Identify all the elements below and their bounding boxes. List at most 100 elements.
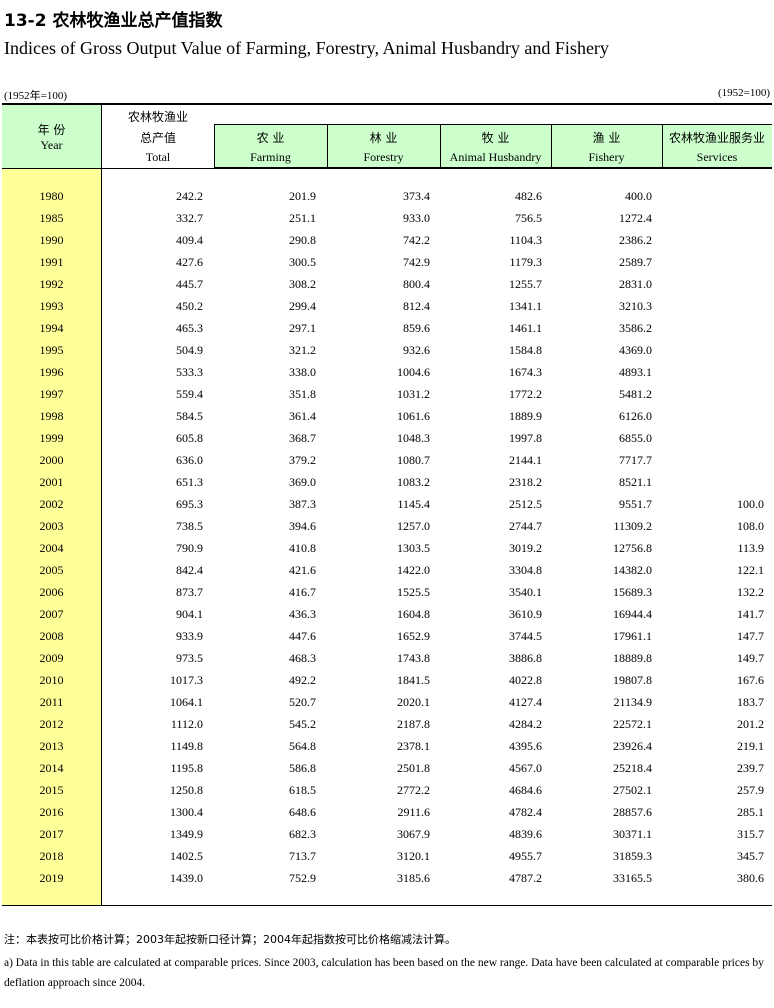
row-services: 201.2 <box>737 717 764 731</box>
header-fishery-cn: 渔 业 <box>592 131 621 145</box>
table-row: 2003 738.5 394.6 1257.0 2744.7 11309.2 108.0 <box>2 515 772 537</box>
row-fishery: 4369.0 <box>619 343 652 357</box>
row-farming: 394.6 <box>289 519 316 533</box>
row-farming: 368.7 <box>289 431 316 445</box>
row-animal-husbandry: 4839.6 <box>509 827 542 841</box>
row-year: 1980 <box>39 189 64 203</box>
row-forestry: 1652.9 <box>397 629 430 643</box>
table-row: 1992 445.7 308.2 800.4 1255.7 2831.0 <box>2 273 772 295</box>
row-animal-husbandry: 1341.1 <box>509 299 542 313</box>
row-farming: 752.9 <box>289 871 316 885</box>
table-row: 1994 465.3 297.1 859.6 1461.1 3586.2 <box>2 317 772 339</box>
index-table: 年 份 Year 农林牧渔业 总产值 Total 农 业 Farming 林 业… <box>2 103 772 907</box>
row-forestry: 2911.6 <box>397 805 430 819</box>
row-farming: 682.3 <box>289 827 316 841</box>
row-farming: 545.2 <box>289 717 316 731</box>
row-year: 2019 <box>39 871 64 885</box>
row-forestry: 1604.8 <box>397 607 430 621</box>
row-forestry: 2187.8 <box>397 717 430 731</box>
row-forestry: 1061.6 <box>397 409 430 423</box>
row-animal-husbandry: 3886.8 <box>509 651 542 665</box>
row-year: 1999 <box>39 431 64 445</box>
row-forestry: 2020.1 <box>397 695 430 709</box>
row-fishery: 28857.6 <box>613 805 652 819</box>
row-forestry: 1004.6 <box>397 365 430 379</box>
row-animal-husbandry: 1255.7 <box>509 277 542 291</box>
row-fishery: 3586.2 <box>619 321 652 335</box>
row-services: 122.1 <box>737 563 764 577</box>
row-year: 2008 <box>39 629 64 643</box>
row-year: 2002 <box>39 497 64 511</box>
table-row: 2007 904.1 436.3 1604.8 3610.9 16944.4 141.7 <box>2 603 772 625</box>
row-forestry: 1080.7 <box>397 453 430 467</box>
row-total: 332.7 <box>176 211 203 225</box>
header-forestry-cn: 林 业 <box>369 131 398 145</box>
row-animal-husbandry: 4127.4 <box>509 695 542 709</box>
row-animal-husbandry: 1104.3 <box>509 233 542 247</box>
row-year: 1997 <box>39 387 64 401</box>
row-farming: 468.3 <box>289 651 316 665</box>
row-total: 445.7 <box>176 277 203 291</box>
row-animal-husbandry: 4022.8 <box>509 673 542 687</box>
page-title-en: Indices of Gross Output Value of Farming… <box>4 38 609 58</box>
row-animal-husbandry: 1461.1 <box>509 321 542 335</box>
row-fishery: 22572.1 <box>613 717 652 731</box>
row-animal-husbandry: 1584.8 <box>509 343 542 357</box>
row-farming: 351.8 <box>289 387 316 401</box>
row-animal-husbandry: 2144.1 <box>509 453 542 467</box>
row-farming: 308.2 <box>289 277 316 291</box>
row-total: 933.9 <box>176 629 203 643</box>
header-fishery-en: Fishery <box>588 150 625 164</box>
table-row: 2014 1195.8 586.8 2501.8 4567.0 25218.4 239.7 <box>2 757 772 779</box>
row-services: 132.2 <box>737 585 764 599</box>
row-forestry: 373.4 <box>403 189 430 203</box>
table-row: 1980 242.2 201.9 373.4 482.6 400.0 <box>2 185 772 207</box>
row-total: 450.2 <box>176 299 203 313</box>
table-row: 1985 332.7 251.1 933.0 756.5 1272.4 <box>2 207 772 229</box>
row-services: 345.7 <box>737 849 764 863</box>
row-animal-husbandry: 3019.2 <box>509 541 542 555</box>
table-row: 2015 1250.8 618.5 2772.2 4684.6 27502.1 257.9 <box>2 779 772 801</box>
row-forestry: 1303.5 <box>397 541 430 555</box>
row-farming: 369.0 <box>289 475 316 489</box>
row-services: 380.6 <box>737 871 764 885</box>
row-total: 427.6 <box>176 255 203 269</box>
table-row: 2019 1439.0 752.9 3185.6 4787.2 33165.5 380.6 <box>2 867 772 889</box>
row-total: 738.5 <box>176 519 203 533</box>
row-fishery: 27502.1 <box>613 783 652 797</box>
row-animal-husbandry: 4955.7 <box>509 849 542 863</box>
row-animal-husbandry: 4567.0 <box>509 761 542 775</box>
table-row: 2016 1300.4 648.6 2911.6 4782.4 28857.6 285.1 <box>2 801 772 823</box>
row-year: 2003 <box>39 519 64 533</box>
header-year-cn: 年 份 <box>37 123 66 137</box>
footnote-cn: 注：本表按可比价格计算；2003年起按新口径计算；2004年起指数按可比价格缩减… <box>4 933 456 946</box>
row-total: 695.3 <box>176 497 203 511</box>
row-total: 1439.0 <box>170 871 203 885</box>
row-total: 904.1 <box>176 607 203 621</box>
table-row: 1996 533.3 338.0 1004.6 1674.3 4893.1 <box>2 361 772 383</box>
row-year: 2016 <box>39 805 64 819</box>
header-animal-en: Animal Husbandry <box>449 150 542 164</box>
row-fishery: 4893.1 <box>619 365 652 379</box>
row-fishery: 23926.4 <box>613 739 652 753</box>
row-year: 2000 <box>39 453 64 467</box>
row-fishery: 7717.7 <box>619 453 652 467</box>
row-services: 100.0 <box>737 497 764 511</box>
row-animal-husbandry: 1997.8 <box>509 431 542 445</box>
row-services: 108.0 <box>737 519 764 533</box>
row-total: 504.9 <box>176 343 203 357</box>
row-animal-husbandry: 482.6 <box>515 189 542 203</box>
table-row: 2018 1402.5 713.7 3120.1 4955.7 31859.3 345.7 <box>2 845 772 867</box>
row-year: 1993 <box>39 299 64 313</box>
row-total: 559.4 <box>176 387 203 401</box>
header-farming-cn: 农 业 <box>256 131 285 145</box>
row-total: 409.4 <box>176 233 203 247</box>
row-farming: 251.1 <box>289 211 316 225</box>
row-fishery: 3210.3 <box>619 299 652 313</box>
row-total: 1064.1 <box>170 695 203 709</box>
row-farming: 297.1 <box>289 321 316 335</box>
row-services: 167.6 <box>737 673 764 687</box>
row-services: 285.1 <box>737 805 764 819</box>
row-services: 239.7 <box>737 761 764 775</box>
row-animal-husbandry: 4395.6 <box>509 739 542 753</box>
